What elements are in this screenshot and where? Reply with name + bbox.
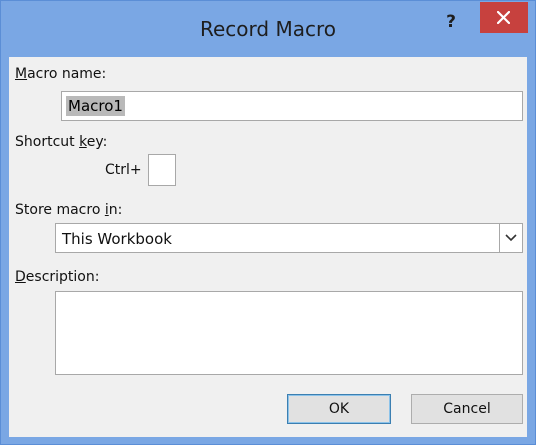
dialog-body: Macro name: Macro1 Shortcut key: Ctrl+ S… [9, 57, 527, 437]
description-label: Description: [15, 269, 100, 285]
close-icon [497, 11, 510, 24]
store-macro-value: This Workbook [62, 230, 172, 248]
title-bar[interactable]: Record Macro ? [1, 1, 535, 57]
store-macro-label: Store macro in: [15, 202, 123, 218]
shortcut-key-input[interactable] [148, 154, 176, 186]
macro-name-value: Macro1 [66, 96, 125, 116]
close-button[interactable] [480, 2, 528, 33]
store-macro-dropdown-button[interactable] [499, 224, 522, 252]
shortcut-key-label: Shortcut key: [15, 134, 108, 150]
macro-name-input[interactable]: Macro1 [61, 91, 523, 121]
description-textarea[interactable] [55, 291, 523, 375]
record-macro-dialog: Record Macro ? Macro name: Macro1 Shortc… [0, 0, 536, 445]
help-button[interactable]: ? [438, 9, 464, 35]
cancel-button[interactable]: Cancel [411, 394, 523, 424]
store-macro-select[interactable]: This Workbook [55, 223, 523, 253]
ctrl-label: Ctrl+ [105, 162, 142, 178]
chevron-down-icon [505, 234, 517, 242]
ok-button[interactable]: OK [287, 394, 391, 424]
macro-name-label: Macro name: [15, 66, 107, 82]
